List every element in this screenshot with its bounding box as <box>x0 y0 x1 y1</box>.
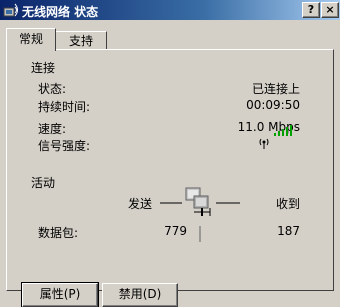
wireless-network-icon <box>3 3 18 17</box>
packets-label: 数据包: <box>38 226 79 240</box>
signal-strength-label: 信号强度: <box>38 139 91 153</box>
close-button[interactable]: × <box>321 2 339 18</box>
connection-group-title: 连接 <box>28 59 59 76</box>
tab-general[interactable]: 常规 <box>6 28 56 51</box>
signal-bar <box>290 125 292 136</box>
signal-bar <box>274 133 276 136</box>
properties-button[interactable]: 属性(P) <box>21 282 99 307</box>
disable-button[interactable]: 禁用(D) <box>102 283 178 307</box>
window-title: 无线网络 状态 <box>22 5 99 19</box>
help-button[interactable]: ? <box>302 2 320 18</box>
activity-group-title: 活动 <box>28 174 59 191</box>
signal-bar <box>286 127 288 136</box>
signal-bar <box>282 129 284 136</box>
packets-sent-value: 779 <box>164 224 187 238</box>
received-label: 收到 <box>276 197 301 211</box>
antenna-icon <box>259 138 269 149</box>
speed-label: 速度: <box>38 122 67 136</box>
duration-label: 持续时间: <box>38 100 91 114</box>
status-label: 状态: <box>38 82 67 96</box>
sent-label: 发送 <box>128 197 153 211</box>
signal-bar <box>278 131 280 136</box>
packets-received-value: 187 <box>277 224 300 238</box>
duration-value: 00:09:50 <box>246 98 300 112</box>
tab-support[interactable]: 支持 <box>55 31 107 50</box>
status-value: 已连接上 <box>251 82 300 96</box>
title-bar: 无线网络 状态 ? × <box>0 0 340 20</box>
